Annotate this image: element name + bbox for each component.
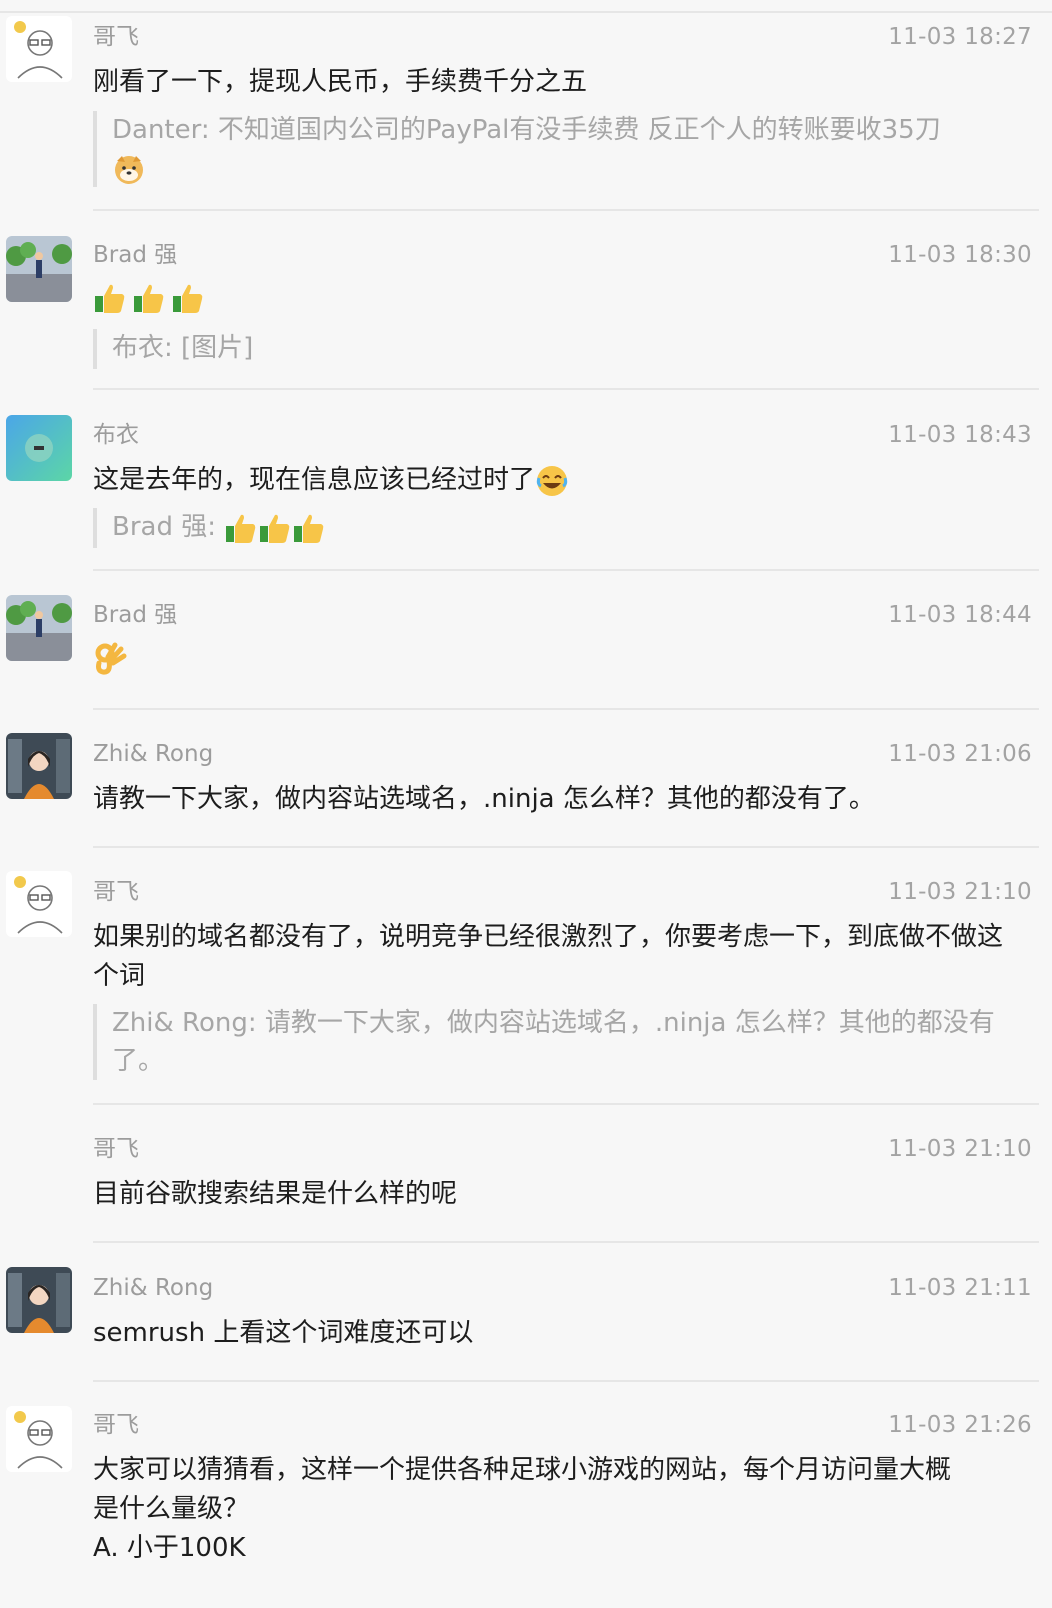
ok-hand-icon [93, 641, 127, 675]
message-text: 如果别的域名都没有了，说明竞争已经很激烈了，你要考虑一下，到底做不做这个词 [93, 922, 1004, 991]
thumbs-up-icon [171, 281, 205, 315]
quoted-message[interactable]: Danter: 不知道国内公司的PayPal有没手续费 反正个人的转账要收35刀 [93, 111, 1022, 187]
avatar-brad[interactable] [6, 236, 72, 302]
avatar-zhirong-icon [6, 1267, 72, 1333]
message-time: 11-03 21:10 [888, 1136, 1032, 1162]
chat-message-list[interactable]: 哥飞 11-03 18:27 刚看了一下，提现人民币，手续费千分之五 Dante… [0, 0, 1052, 1608]
message-text-content: 这是去年的，现在信息应该已经过时了 [93, 465, 536, 495]
message-divider [93, 1380, 1039, 1382]
message-line: 是什么量级？ [93, 1494, 250, 1524]
avatar-brad-icon [6, 236, 72, 302]
top-divider [0, 11, 1052, 13]
joy-icon [535, 464, 569, 498]
message-line: A. 小于100K [93, 1533, 246, 1563]
sender-name: Brad 强 [93, 602, 178, 628]
message-divider [93, 1241, 1039, 1243]
message-text: 刚看了一下，提现人民币，手续费千分之五 [93, 67, 588, 97]
message-time: 11-03 18:27 [888, 24, 1032, 50]
avatar-gefei[interactable] [6, 1406, 72, 1472]
message-divider [93, 1103, 1039, 1105]
quoted-message[interactable]: Brad 强: [93, 508, 1022, 548]
sender-name: Zhi& Rong [93, 1275, 214, 1301]
message-text: 请教一下大家，做内容站选域名，.ninja 怎么样？其他的都没有了。 [93, 784, 875, 814]
avatar-zhirong-icon [6, 733, 72, 799]
message-divider [93, 209, 1039, 211]
message-time: 11-03 21:26 [888, 1412, 1032, 1438]
thumbs-up-icon [258, 511, 292, 545]
avatar-brad[interactable] [6, 595, 72, 661]
quote-text: Zhi& Rong: 请教一下大家，做内容站选域名，.ninja 怎么样？其他的… [112, 1008, 995, 1076]
message-time: 11-03 18:30 [888, 242, 1032, 268]
avatar-gefei[interactable] [6, 871, 72, 937]
quoted-message[interactable]: Zhi& Rong: 请教一下大家，做内容站选域名，.ninja 怎么样？其他的… [93, 1004, 1022, 1080]
message-time: 11-03 21:10 [888, 879, 1032, 905]
avatar-gefei-icon [6, 16, 72, 82]
emoji-row [93, 281, 205, 315]
message-divider [93, 708, 1039, 710]
sender-name: 哥飞 [93, 879, 139, 905]
quote-text: 布衣: [图片] [112, 333, 254, 363]
message-time: 11-03 18:44 [888, 602, 1032, 628]
message-time: 11-03 21:06 [888, 741, 1032, 767]
message-text: semrush 上看这个词难度还可以 [93, 1318, 474, 1348]
message-text: 这是去年的，现在信息应该已经过时了 [93, 461, 1013, 500]
avatar-buyi-icon [6, 415, 72, 481]
sender-name: 哥飞 [93, 1412, 139, 1438]
message-divider [93, 569, 1039, 571]
avatar-buyi[interactable] [6, 415, 72, 481]
avatar-gefei-icon [6, 1406, 72, 1472]
quote-text: Brad 强: [112, 512, 216, 542]
message-text: 目前谷歌搜索结果是什么样的呢 [93, 1179, 458, 1209]
avatar-zhirong[interactable] [6, 1267, 72, 1333]
thumbs-up-icon [224, 511, 258, 545]
thumbs-up-icon [132, 281, 166, 315]
sender-name: 哥飞 [93, 24, 139, 50]
message-line: 大家可以猜猜看，这样一个提供各种足球小游戏的网站，每个月访问量大概 [93, 1455, 952, 1485]
thumbs-up-icon [93, 281, 127, 315]
sender-name: Brad 强 [93, 242, 178, 268]
sender-name: 布衣 [93, 422, 139, 448]
thumbs-up-icon [292, 511, 326, 545]
quote-text: Danter: 不知道国内公司的PayPal有没手续费 反正个人的转账要收35刀 [112, 115, 941, 145]
message-time: 11-03 18:43 [888, 422, 1032, 448]
message-text: 大家可以猜猜看，这样一个提供各种足球小游戏的网站，每个月访问量大概 是什么量级？… [93, 1451, 1013, 1568]
message-divider [93, 388, 1039, 390]
message-divider [93, 846, 1039, 848]
avatar-gefei[interactable] [6, 16, 72, 82]
avatar-zhirong[interactable] [6, 733, 72, 799]
sender-name: Zhi& Rong [93, 741, 214, 767]
quoted-message[interactable]: 布衣: [图片] [93, 329, 1022, 369]
doge-icon [112, 152, 146, 186]
message-time: 11-03 21:11 [888, 1275, 1032, 1301]
avatar-gefei-icon [6, 871, 72, 937]
emoji-row [93, 641, 127, 675]
avatar-brad-icon [6, 595, 72, 661]
sender-name: 哥飞 [93, 1136, 139, 1162]
